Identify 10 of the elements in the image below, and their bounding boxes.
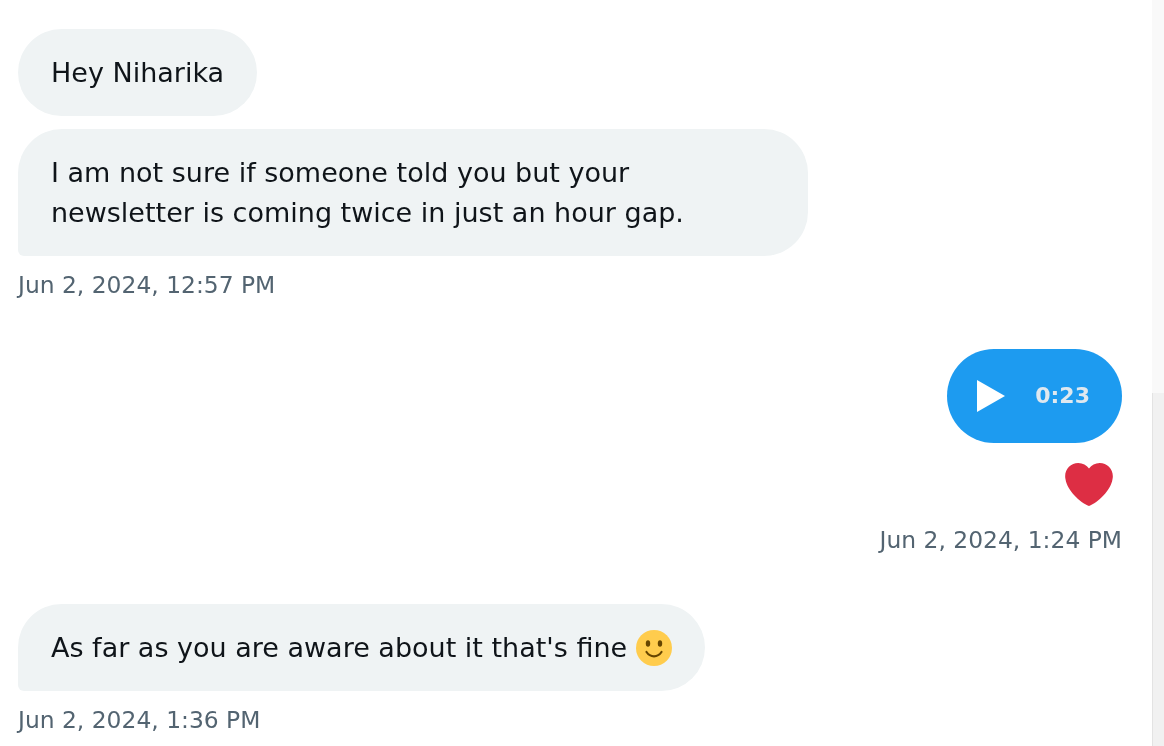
scrollbar-thumb[interactable] bbox=[1152, 393, 1164, 746]
message-bubble: I am not sure if someone told you but your newsletter is coming twice in just an hour gap. bbox=[18, 129, 808, 256]
voice-duration: 0:23 bbox=[1035, 382, 1090, 410]
message-bubble: As far as you are aware about it that's fine bbox=[18, 604, 706, 691]
message-timestamp: Jun 2, 2024, 1:24 PM bbox=[879, 525, 1122, 555]
smiley-emoji-icon bbox=[636, 630, 673, 666]
play-icon[interactable] bbox=[977, 380, 1006, 412]
message-timestamp: Jun 2, 2024, 12:57 PM bbox=[18, 270, 276, 300]
message-bubble: Hey Niharika bbox=[18, 29, 258, 116]
message-timestamp: Jun 2, 2024, 1:36 PM bbox=[18, 705, 261, 735]
